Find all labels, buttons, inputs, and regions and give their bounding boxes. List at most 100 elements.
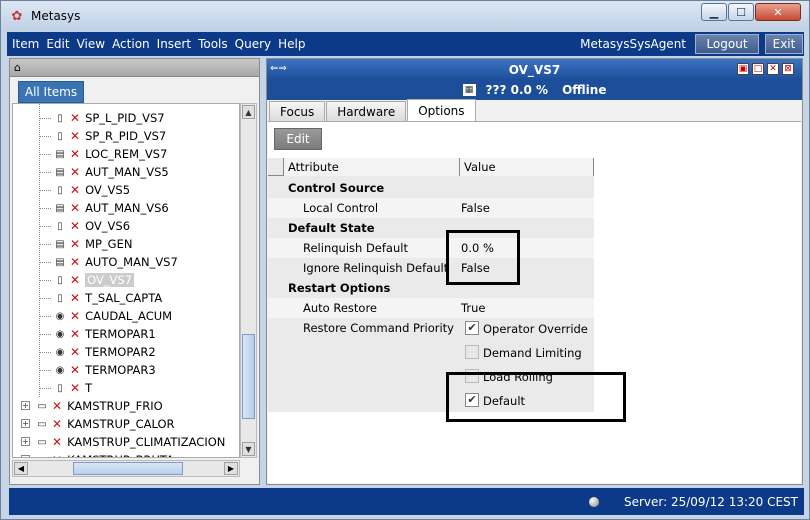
object-header: ⇐⇒ OV_VS7 ▣ □ ✕ ⊠	[267, 59, 802, 80]
scroll-up-icon[interactable]: ▲	[242, 105, 255, 119]
restore-icon[interactable]: □	[752, 63, 764, 75]
expand-icon[interactable]: +	[21, 437, 30, 446]
tree-node-label: TERMOPAR1	[85, 327, 156, 341]
scroll-down-icon[interactable]: ▼	[242, 442, 255, 456]
tree-horizontal-scrollbar[interactable]: ◀ ▶	[12, 460, 240, 477]
tree-connector	[39, 316, 51, 317]
analog-point-icon: ▯	[57, 292, 63, 304]
tree-node[interactable]: + ▭ ✕ KAMSTRUP_CLIMATIZACION	[21, 433, 225, 451]
highlight-box-restore-priority	[446, 372, 626, 422]
tab-focus[interactable]: Focus	[269, 101, 326, 121]
tree-node-label: TERMOPAR3	[85, 363, 156, 377]
analog-point-icon: ▯	[57, 184, 63, 196]
menu-action[interactable]: Action	[112, 37, 150, 51]
detach-icon[interactable]: ⊠	[782, 63, 794, 75]
tree-node[interactable]: ▤ ✕ AUT_MAN_VS5	[39, 163, 169, 181]
device-icon: ▭	[37, 418, 47, 430]
object-title: OV_VS7	[508, 62, 561, 77]
device-icon: ▭	[35, 453, 49, 458]
offline-x-icon: ✕	[70, 183, 81, 197]
tree-node[interactable]: + ▭✕ KAMSTRUP_BRUTA	[21, 451, 174, 458]
menu-tools[interactable]: Tools	[198, 37, 228, 51]
tree-node[interactable]: ▯ ✕ SP_L_PID_VS7	[39, 109, 165, 127]
menu-view[interactable]: View	[77, 37, 105, 51]
tab-options[interactable]: Options	[407, 99, 476, 121]
binary-point-icon: ▤	[55, 202, 65, 214]
tree-node-label: OV_VS5	[85, 183, 131, 197]
expand-icon[interactable]: +	[21, 455, 30, 457]
tree-node-label: CAUDAL_ACUM	[85, 309, 173, 323]
navigation-header: ⌂	[10, 59, 259, 77]
section-default-state: Default State	[288, 221, 375, 235]
tree-node-label: KAMSTRUP_FRIO	[67, 399, 163, 413]
tree-connector	[39, 208, 51, 209]
binary-point-icon: ▤	[55, 256, 65, 268]
attribute-row: Ignore Relinquish Default False	[268, 258, 594, 278]
tree-node[interactable]: ▤ ✕ AUTO_MAN_VS7	[39, 253, 178, 271]
tree-node[interactable]: ▤ ✕ AUT_MAN_VS6	[39, 199, 169, 217]
offline-x-icon: ✕	[70, 345, 81, 359]
tree-node[interactable]: ◉ ✕ TERMOPAR2	[39, 343, 156, 361]
tree-node[interactable]: ▤ ✕ LOC_REM_VS7	[39, 145, 167, 163]
logout-button[interactable]: Logout	[695, 34, 759, 54]
tree-node[interactable]: ▯ ✕ T_SAL_CAPTA	[39, 289, 163, 307]
tree-node[interactable]: ▯ ✕ OV_VS6	[39, 217, 130, 235]
window-title: Metasys	[31, 9, 81, 23]
tree-node[interactable]: ▯ ✕ SP_R_PID_VS7	[39, 127, 166, 145]
binary-point-icon: ▤	[55, 148, 65, 160]
menu-help[interactable]: Help	[278, 37, 305, 51]
column-attribute[interactable]: Attribute	[283, 158, 460, 176]
navigation-panel: ⌂ All Items ▯ ✕ SP_L_PID_VS7 ▯ ✕ SP_R_PID_VS7…	[9, 58, 260, 485]
column-value[interactable]: Value	[459, 158, 594, 176]
grid-header: Attribute Value	[268, 158, 594, 176]
tree-vertical-scrollbar[interactable]: ▲ ▼	[240, 103, 257, 458]
menu-item[interactable]: Item	[12, 37, 39, 51]
tree-node[interactable]: ◉ ✕ CAUDAL_ACUM	[39, 307, 173, 325]
object-panel: ⇐⇒ OV_VS7 ▣ □ ✕ ⊠ ▦ ??? 0.0 % Offline Fo…	[266, 58, 803, 485]
home-icon[interactable]: ⌂	[14, 61, 21, 74]
tree-node[interactable]: ▯ ✕ T	[39, 379, 92, 397]
expand-icon[interactable]: +	[21, 419, 30, 428]
tree-connector	[39, 190, 51, 191]
tree-vertical-connector	[39, 104, 40, 397]
checkbox-operator-override[interactable]: ✔	[465, 321, 479, 335]
section-row: Restart Options	[268, 278, 594, 298]
tree-node-label: KAMSTRUP_CALOR	[67, 417, 175, 431]
offline-x-icon: ✕	[70, 327, 81, 341]
object-status-bar: ▦ ??? 0.0 % Offline	[267, 80, 802, 100]
tree-node-label: AUT_MAN_VS6	[85, 201, 169, 215]
tree-node[interactable]: ▤ ✕ MP_GEN	[39, 235, 132, 253]
tree-node[interactable]: ◉ ✕ TERMOPAR3	[39, 361, 156, 379]
menu-query[interactable]: Query	[235, 37, 271, 51]
tree-node[interactable]: ▯ ✕ OV_VS7	[39, 271, 135, 289]
tree-node[interactable]: + ▭ ✕ KAMSTRUP_FRIO	[21, 397, 163, 415]
tab-hardware[interactable]: Hardware	[326, 101, 407, 121]
close-button[interactable]: ✕	[755, 3, 801, 21]
minimize-button[interactable]: ▁	[701, 3, 727, 21]
expand-icon[interactable]: +	[21, 401, 30, 410]
tree-node[interactable]: ▯ ✕ OV_VS5	[39, 181, 131, 199]
offline-x-icon: ✕	[70, 129, 81, 143]
navigation-tree: ▯ ✕ SP_L_PID_VS7 ▯ ✕ SP_R_PID_VS7 ▤ ✕ LOC_REM_VS…	[12, 103, 240, 458]
checkbox-demand-limiting[interactable]	[465, 345, 479, 359]
scroll-thumb[interactable]	[242, 334, 255, 419]
scroll-thumb-horizontal[interactable]	[73, 462, 183, 475]
exit-button[interactable]: Exit	[765, 34, 803, 54]
value-local-control: False	[461, 201, 490, 215]
menu-insert[interactable]: Insert	[157, 37, 191, 51]
tree-node[interactable]: ◉ ✕ TERMOPAR1	[39, 325, 156, 343]
analog-point-icon: ▯	[57, 274, 63, 286]
tree-node[interactable]: + ▭ ✕ KAMSTRUP_CALOR	[21, 415, 175, 433]
maximize-button[interactable]: ☐	[728, 3, 754, 21]
scroll-right-icon[interactable]: ▶	[224, 462, 238, 475]
agent-name: MetasysSysAgent	[580, 37, 686, 51]
close-pane-icon[interactable]: ✕	[767, 63, 779, 75]
edit-button[interactable]: Edit	[274, 128, 322, 150]
tab-all-items[interactable]: All Items	[18, 81, 84, 103]
section-control-source: Control Source	[288, 181, 385, 195]
device-icon: ▭	[37, 400, 47, 412]
lock-icon[interactable]: ▣	[737, 63, 749, 75]
menu-edit[interactable]: Edit	[46, 37, 69, 51]
tree-node-label: T_SAL_CAPTA	[85, 291, 163, 305]
scroll-left-icon[interactable]: ◀	[14, 462, 28, 475]
